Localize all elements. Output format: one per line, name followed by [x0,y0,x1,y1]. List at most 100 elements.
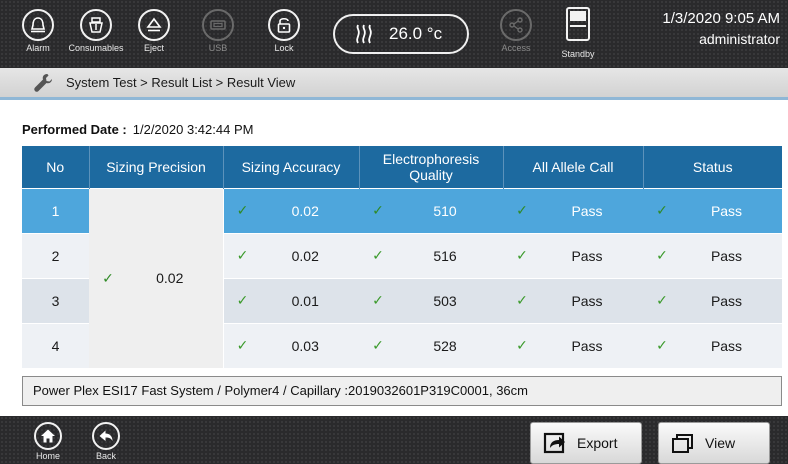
status-value: Pass [710,247,743,264]
export-label: Export [577,435,618,451]
accuracy-value: 0.02 [291,247,319,264]
back-label: Back [95,451,116,461]
sizing-precision-value: 0.02 [156,270,184,287]
accuracy-value: 0.01 [291,292,319,309]
quality-value: 516 [433,247,457,264]
status-cell: ✓ Pass [643,232,782,278]
lock-label: Lock [274,43,294,53]
consumables-label: Consumables [68,43,124,53]
datetime-panel: 1/3/2020 9:05 AM administrator [662,10,780,47]
check-icon: ✓ [656,292,668,308]
check-icon: ✓ [236,292,249,308]
quality-cell: ✓ 510 [359,187,503,233]
accuracy-cell: ✓ 0.03 [223,322,359,368]
sizing-precision-cell: ✓ 0.02 [89,187,224,368]
home-icon [41,429,55,443]
results-table: No Sizing Precision Sizing Accuracy Elec… [22,146,782,368]
quality-cell: ✓ 516 [359,232,503,278]
heat-icon [356,24,372,44]
performed-date-value: 1/2/2020 3:42:44 PM [132,122,254,137]
access-button[interactable]: Access [488,6,544,64]
check-icon: ✓ [516,292,528,308]
check-icon: ✓ [656,202,668,218]
allele-cell: ✓ Pass [503,232,643,278]
usb-label: USB [208,43,228,53]
view-button[interactable]: View [658,422,770,464]
access-label: Access [501,43,531,53]
allele-value: Pass [571,202,603,219]
accuracy-cell: ✓ 0.02 [223,232,359,278]
quality-value: 510 [433,202,457,219]
allele-value: Pass [571,292,603,309]
alarm-bell-icon [30,17,46,33]
status-cell: ✓ Pass [643,277,782,323]
run-info-bar: Power Plex ESI17 Fast System / Polymer4 … [22,376,782,406]
check-icon: ✓ [102,269,114,286]
quality-value: 503 [433,292,457,309]
check-icon: ✓ [372,202,384,218]
eject-button[interactable]: Eject [126,6,182,64]
check-icon: ✓ [236,202,249,218]
allele-cell: ✓ Pass [503,187,643,233]
check-icon: ✓ [236,247,249,263]
header-sizing-accuracy: Sizing Accuracy [223,146,360,188]
check-icon: ✓ [236,337,249,354]
status-cell: ✓ Pass [643,187,782,233]
alarm-label: Alarm [26,43,50,53]
allele-value: Pass [571,247,603,264]
status-value: Pass [710,337,743,354]
header-sizing-precision: Sizing Precision [89,146,224,188]
export-button[interactable]: Export [530,422,642,464]
breadcrumb-bar: System Test > Result List > Result View [0,68,788,100]
standby-button[interactable]: Standby [553,6,603,64]
consumables-icon [89,17,103,33]
header-status: Status [643,146,782,188]
allele-cell: ✓ Pass [503,322,643,368]
check-icon: ✓ [656,337,668,354]
check-icon: ✓ [372,247,384,263]
usb-icon [210,20,226,30]
check-icon: ✓ [656,247,668,263]
temperature-display[interactable]: 26.0 °c [333,14,469,54]
accuracy-value: 0.02 [291,202,319,219]
temperature-value: 26.0 °c [389,24,443,43]
breadcrumb: System Test > Result List > Result View [66,75,296,90]
header-electrophoresis-quality: Electrophoresis Quality [359,146,504,188]
row-no: 1 [22,187,89,233]
row-no: 2 [22,232,89,278]
view-window-icon [672,434,693,453]
header-all-allele-call: All Allele Call [503,146,644,188]
bottom-toolbar: Home Back Export View [0,416,788,464]
quality-value: 528 [433,337,457,354]
user-name: administrator [699,31,780,47]
check-icon: ✓ [516,337,528,354]
view-label: View [705,435,736,451]
lock-icon [277,17,291,33]
table-row[interactable]: 1 ✓ 0.02 ✓ 0.02 ✓ 510 ✓ Pass ✓ Pass [22,187,782,368]
usb-button[interactable]: USB [190,6,246,64]
header-no: No [22,146,90,188]
back-arrow-icon [99,430,113,441]
check-icon: ✓ [516,247,528,263]
eject-icon [146,17,162,32]
status-cell: ✓ Pass [643,322,782,368]
standby-label: Standby [561,49,595,59]
lock-button[interactable]: Lock [256,6,312,64]
table-header-row: No Sizing Precision Sizing Accuracy Elec… [22,146,782,188]
home-button[interactable]: Home [26,422,70,464]
accuracy-cell: ✓ 0.02 [223,187,359,233]
check-icon: ✓ [372,337,384,354]
quality-cell: ✓ 503 [359,277,503,323]
performed-date-label: Performed Date : [22,122,127,137]
performed-date: Performed Date : 1/2/2020 3:42:44 PM [22,122,253,137]
wrench-icon [34,73,52,92]
standby-icon [566,7,590,41]
allele-cell: ✓ Pass [503,277,643,323]
status-value: Pass [710,202,743,219]
consumables-button[interactable]: Consumables [68,6,124,64]
alarm-button[interactable]: Alarm [10,6,66,64]
export-icon [543,432,565,454]
accuracy-value: 0.03 [291,337,319,354]
back-button[interactable]: Back [84,422,128,464]
share-icon [509,17,523,33]
